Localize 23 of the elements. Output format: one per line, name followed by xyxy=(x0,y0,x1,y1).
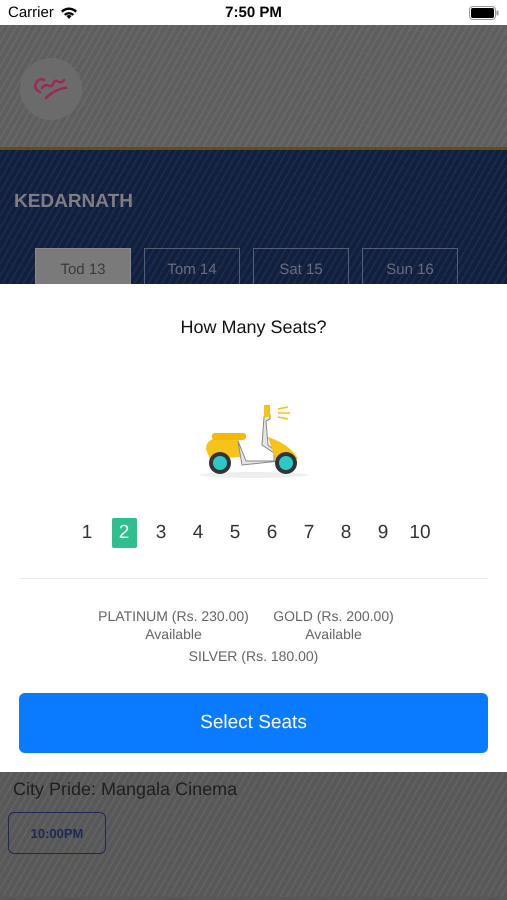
cinema-name: City Pride: Mangala Cinema xyxy=(12,778,238,800)
seat-count-option[interactable]: 5 xyxy=(222,518,248,548)
seat-count-option[interactable]: 10 xyxy=(408,518,432,548)
seat-category-price: PLATINUM (Rs. 230.00) xyxy=(97,607,250,625)
availability-label: Available xyxy=(304,625,363,643)
battery-icon xyxy=(468,6,499,20)
sheet-title: How Many Seats? xyxy=(179,316,328,338)
seat-category-price: GOLD (Rs. 200.00) xyxy=(272,607,395,625)
clock: 7:50 PM xyxy=(225,4,282,21)
seat-count-option[interactable]: 6 xyxy=(260,518,284,548)
movie-title: KEDARNATH xyxy=(13,192,134,212)
wifi-icon xyxy=(60,6,78,19)
select-seats-button[interactable]: Select Seats xyxy=(19,693,488,753)
seat-count-option[interactable]: 3 xyxy=(148,518,174,548)
availability-label: Available xyxy=(144,625,203,643)
seat-count-option[interactable]: 9 xyxy=(370,518,396,548)
logo-icon xyxy=(20,58,82,120)
seat-count-option[interactable]: 4 xyxy=(186,518,210,548)
seat-count-option[interactable]: 7 xyxy=(296,518,322,548)
seat-category-price: SILVER (Rs. 180.00) xyxy=(188,647,320,665)
seat-count-option[interactable]: 1 xyxy=(74,518,100,548)
carrier-label: Carrier xyxy=(8,4,54,21)
seat-count-option[interactable]: 8 xyxy=(334,518,358,548)
